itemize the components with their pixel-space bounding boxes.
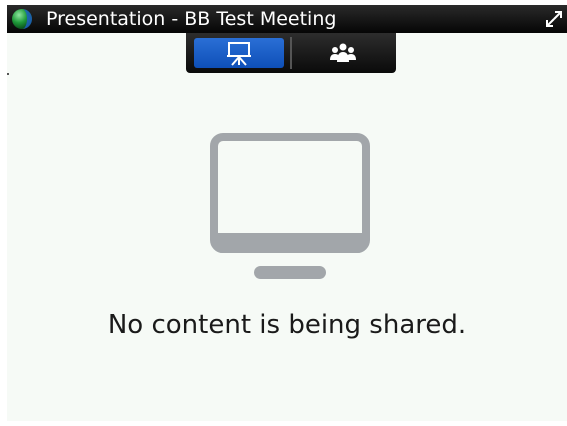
window-title: Presentation - BB Test Meeting (46, 8, 337, 30)
tab-divider (290, 37, 292, 69)
presentation-icon (227, 42, 251, 66)
expand-icon[interactable] (545, 10, 563, 28)
title-bar: Presentation - BB Test Meeting (7, 5, 567, 33)
edge-mark (7, 73, 9, 75)
tab-participants[interactable] (298, 38, 388, 68)
participants-icon (330, 43, 356, 62)
globe-icon (12, 9, 32, 29)
tab-presentation[interactable] (194, 38, 284, 68)
monitor-icon (210, 133, 370, 279)
app-window: Presentation - BB Test Meeting No conten… (7, 5, 567, 421)
view-switcher (186, 33, 396, 73)
empty-state-message: No content is being shared. (107, 310, 467, 340)
